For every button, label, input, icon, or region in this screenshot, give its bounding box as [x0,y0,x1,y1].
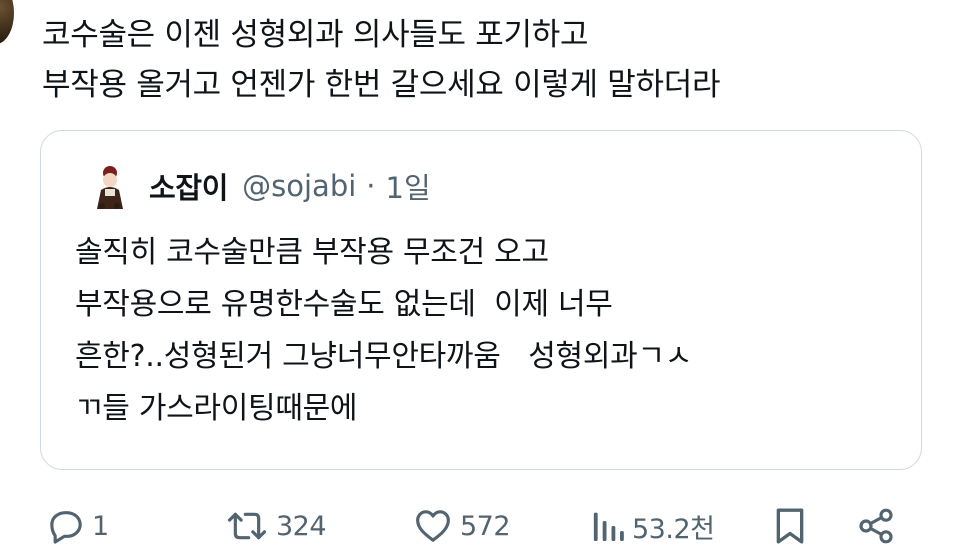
bookmark-button[interactable] [772,504,808,548]
quoted-text-line: 솔직히 코수술만큼 부작용 무조건 오고 [75,235,549,270]
quoted-text-line: 부작용으로 유명한수술도 없는데 이제 너무 [75,287,613,322]
tweet-text-line: 코수술은 이젠 성형외과 의사들도 포기하고 [42,17,589,53]
quoted-tweet-card[interactable]: 소잡이 @sojabi · 1일 솔직히 코수술만큼 부작용 무조건 오고 부작… [40,130,922,470]
views-button[interactable]: 53.2천 [590,504,715,548]
repost-button[interactable]: 324 [224,504,327,548]
action-bar: 1 324 572 53.2천 [0,496,955,556]
quoted-tweet-text: 솔직히 코수술만큼 부작용 무조건 오고 부작용으로 유명한수술도 없는데 이제… [75,227,915,435]
tweet-text: 코수술은 이젠 성형외과 의사들도 포기하고 부작용 올거고 언젠가 한번 갈으… [42,10,942,110]
quoted-author-name[interactable]: 소잡이 [149,165,228,207]
quoted-text-line: ㄲ들 가스라이팅때문에 [75,391,358,426]
repost-count: 324 [276,510,327,542]
like-button[interactable]: 572 [412,504,511,548]
reply-button[interactable]: 1 [46,504,109,548]
quoted-text-line: 흔한?..성형된거 그냥너무안타까움 성형외과ㄱㅅ [75,339,693,374]
repost-icon [224,506,270,546]
share-icon [856,506,896,546]
views-icon [590,506,626,546]
reply-count: 1 [92,510,109,542]
tweet-text-line: 부작용 올거고 언젠가 한번 갈으세요 이렇게 말하더라 [42,67,721,103]
views-count: 53.2천 [632,513,715,545]
quoted-author-avatar[interactable] [79,157,137,215]
separator-dot: · [366,169,376,203]
share-button[interactable] [856,504,896,548]
reply-icon [46,506,86,546]
quoted-tweet-header: 소잡이 @sojabi · 1일 [79,155,431,217]
quoted-author-handle[interactable]: @sojabi [242,169,356,203]
bookmark-icon [772,506,808,546]
heart-icon [412,506,454,546]
quoted-timestamp[interactable]: 1일 [386,165,431,207]
author-avatar[interactable] [0,0,14,44]
like-count: 572 [460,510,511,542]
